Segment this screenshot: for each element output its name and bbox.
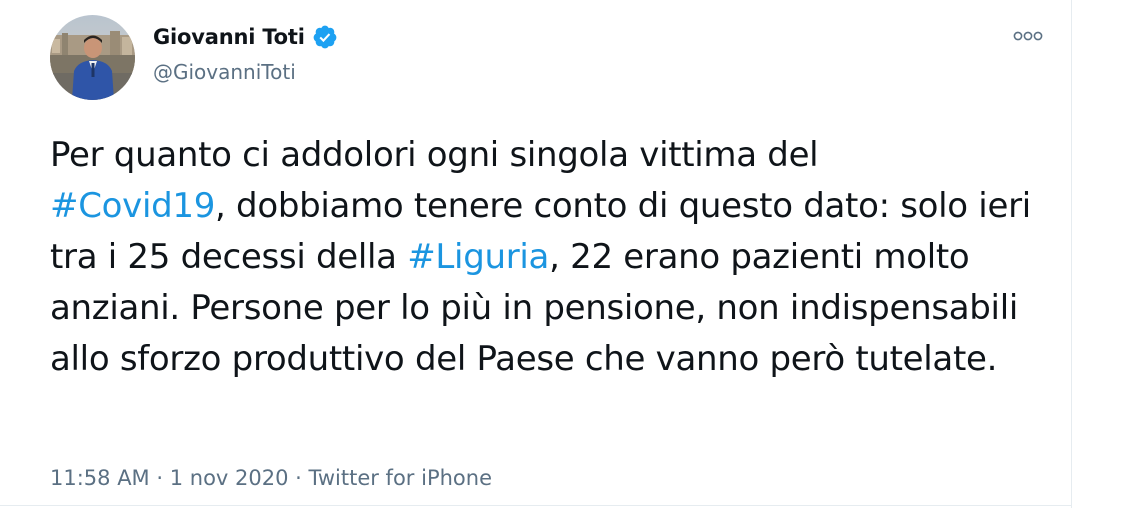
avatar-photo xyxy=(50,15,135,100)
author-name-row[interactable]: Giovanni Toti xyxy=(153,24,338,50)
hashtag-liguria[interactable]: #Liguria xyxy=(407,237,549,277)
meta-separator: · xyxy=(288,466,309,490)
tweet-meta: 11:58 AM · 1 nov 2020 · Twitter for iPho… xyxy=(50,466,492,490)
author-handle[interactable]: @GiovanniToti xyxy=(153,60,296,84)
meta-separator: · xyxy=(149,466,170,490)
tweet-text-segment: Per quanto ci addolori ogni singola vitt… xyxy=(50,135,819,175)
tweet-date[interactable]: 1 nov 2020 xyxy=(170,466,289,490)
display-name[interactable]: Giovanni Toti xyxy=(153,25,305,49)
tweet-text: Per quanto ci addolori ogni singola vitt… xyxy=(50,130,1050,385)
tweet-source[interactable]: Twitter for iPhone xyxy=(309,466,493,490)
right-gutter xyxy=(1072,0,1147,508)
hashtag-covid19[interactable]: #Covid19 xyxy=(50,186,215,226)
verified-badge-icon xyxy=(312,24,338,50)
more-options-icon[interactable] xyxy=(1008,22,1048,50)
tweet-card: Giovanni Toti @GiovanniToti Per quanto c… xyxy=(0,0,1072,508)
tweet-time[interactable]: 11:58 AM xyxy=(50,466,150,490)
avatar[interactable] xyxy=(50,15,135,100)
divider xyxy=(0,505,1072,506)
